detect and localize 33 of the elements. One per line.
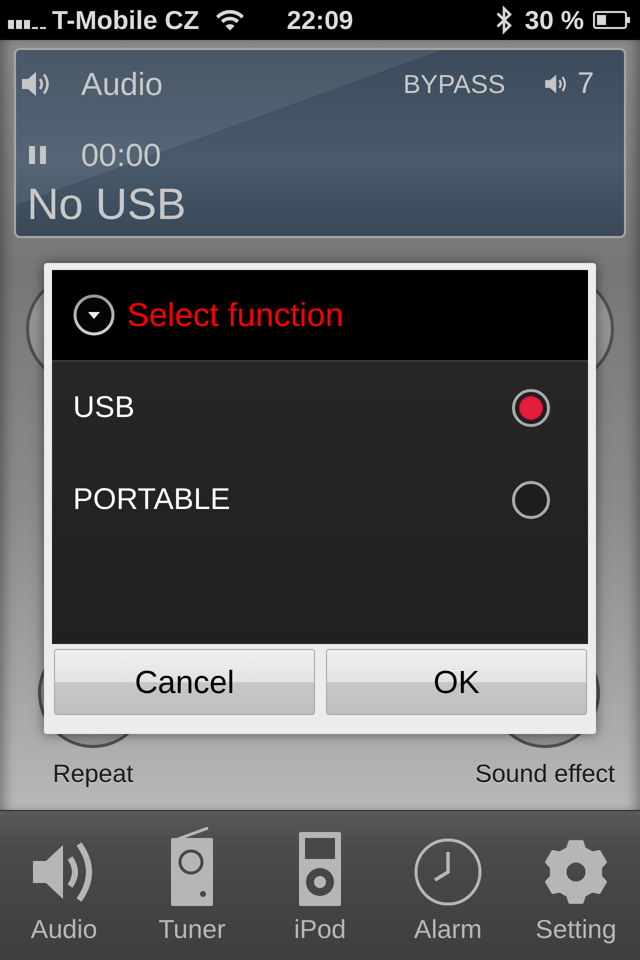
pause-icon [28,146,46,164]
control-label: Repeat [52,760,134,788]
speaker-icon [22,69,52,99]
clock-icon [414,838,482,906]
bluetooth-icon [494,5,513,35]
tab-button[interactable]: Setting [512,811,640,960]
tab-button[interactable]: Audio [0,811,128,960]
tab-button[interactable]: Tuner [128,811,256,960]
battery-icon [593,11,631,29]
status-time: 22:09 [286,5,354,35]
source-label: Audio [81,66,163,102]
ok-button[interactable]: OK [326,649,587,715]
radio-button[interactable] [512,389,550,427]
tab-button[interactable]: iPod [256,811,384,960]
wifi-icon [215,9,246,31]
radio-icon [170,826,214,906]
track-status: No USB [27,180,187,230]
battery-percentage: 30 % [524,5,584,35]
down-arrow-circle-icon [73,294,115,336]
cancel-button[interactable]: Cancel [54,649,315,715]
option-label[interactable]: PORTABLE [73,483,230,517]
volume-level: 7 [577,67,594,101]
elapsed-time: 00:00 [81,136,162,174]
dialog-title: Select function [127,296,344,334]
carrier-name: T-Mobile CZ [52,5,200,35]
settings-icon [542,838,610,906]
option-label[interactable]: USB [73,391,135,425]
sound-mode-label: BYPASS [403,68,506,100]
tab-button[interactable]: Alarm [384,811,512,960]
control-label: Sound effect [475,760,615,788]
signal-strength-icon [8,17,46,29]
radio-button[interactable] [512,481,550,519]
music-player-icon [299,832,341,906]
